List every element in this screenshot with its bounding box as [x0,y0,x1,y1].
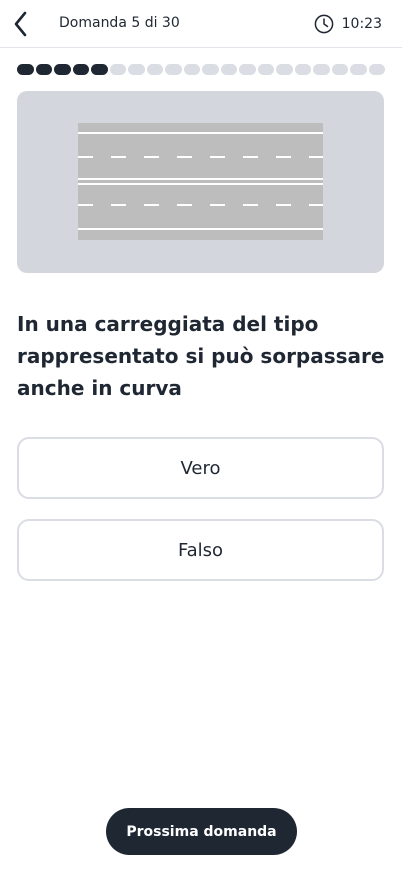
progress-dot [294,64,311,75]
top-bar: Domanda 5 di 30 10:23 [0,0,402,48]
clock-icon [314,14,333,34]
back-button[interactable] [10,10,34,38]
progress-dot [54,64,71,75]
progress-dot [350,64,367,75]
progress-dot [17,64,34,75]
progress-dot [313,64,330,75]
question-image [17,91,384,273]
progress-dot [239,64,256,75]
road-diagram [78,123,323,240]
progress-dot [331,64,348,75]
timer: 10:23 [314,14,382,34]
answer-true-button[interactable]: Vero [17,437,384,499]
chevron-left-icon [14,11,27,37]
progress-dot [35,64,52,75]
progress-dot [128,64,145,75]
answer-label: Falso [177,539,224,561]
timer-value: 10:23 [341,16,382,32]
progress-dot [183,64,200,75]
progress-dot [257,64,274,75]
progress-dot [146,64,163,75]
answer-label: Vero [180,457,221,479]
answer-false-button[interactable]: Falso [17,519,384,581]
progress-dot [72,64,89,75]
progress-indicator [17,64,385,75]
progress-dot [202,64,219,75]
progress-dot [165,64,182,75]
progress-dot [368,64,385,75]
next-question-button[interactable]: Prossima domanda [106,808,297,855]
progress-dot [91,64,108,75]
question-text: In una carreggiata del tipo rappresentat… [17,312,385,400]
progress-dot [276,64,293,75]
progress-dot [220,64,237,75]
progress-dot [109,64,126,75]
question-counter: Domanda 5 di 30 [59,15,180,31]
